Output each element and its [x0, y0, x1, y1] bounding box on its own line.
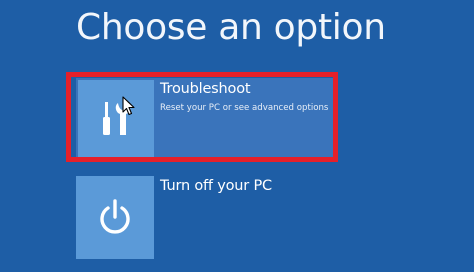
troubleshoot-tile	[78, 80, 154, 158]
troubleshoot-description: Reset your PC or see advanced options	[160, 103, 329, 113]
turn-off-tile	[76, 176, 154, 259]
page-title: Choose an option	[76, 7, 386, 48]
wrench-screwdriver-icon	[103, 102, 131, 135]
troubleshoot-option[interactable]: Troubleshoot Reset your PC or see advanc…	[76, 78, 338, 160]
turn-off-label: Turn off your PC	[160, 178, 272, 194]
turn-off-option[interactable]: Turn off your PC	[76, 175, 338, 259]
troubleshoot-label: Troubleshoot	[160, 81, 251, 97]
power-icon	[100, 198, 130, 234]
recovery-screen: Choose an option Troubleshoot Reset your…	[0, 0, 474, 272]
